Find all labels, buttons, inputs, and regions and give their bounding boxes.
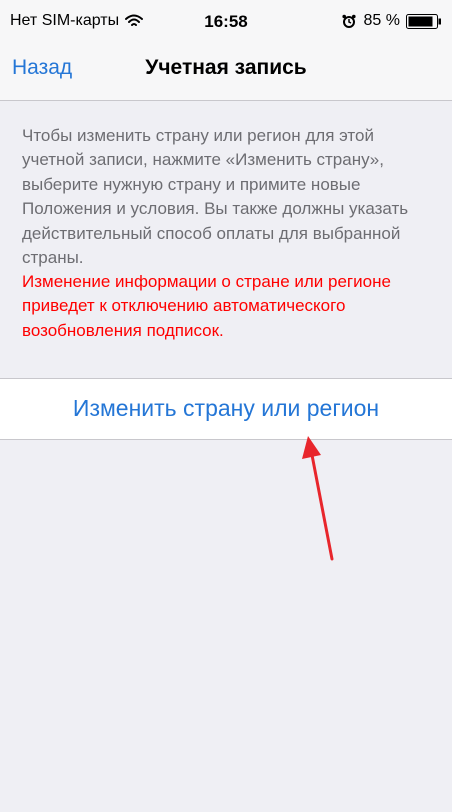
status-bar: Нет SIM-карты 16:58 85 %: [0, 0, 452, 42]
status-right-group: 85 %: [341, 12, 442, 30]
change-country-label: Изменить страну или регион: [72, 395, 380, 421]
alarm-icon: [341, 14, 356, 28]
battery-percent: 85 %: [363, 12, 400, 29]
change-country-button[interactable]: Изменить страну или регион: [0, 378, 452, 440]
battery-icon: [406, 13, 441, 29]
navigation-bar: Назад Учетная запись: [0, 42, 452, 100]
page-title: Учетная запись: [145, 56, 307, 79]
header: Нет SIM-карты 16:58 85 % Назад Учетная з…: [0, 0, 452, 101]
subscription-warning: Изменение информации о стране или регион…: [22, 272, 391, 340]
change-country-description: Чтобы изменить страну или регион для это…: [22, 126, 409, 268]
